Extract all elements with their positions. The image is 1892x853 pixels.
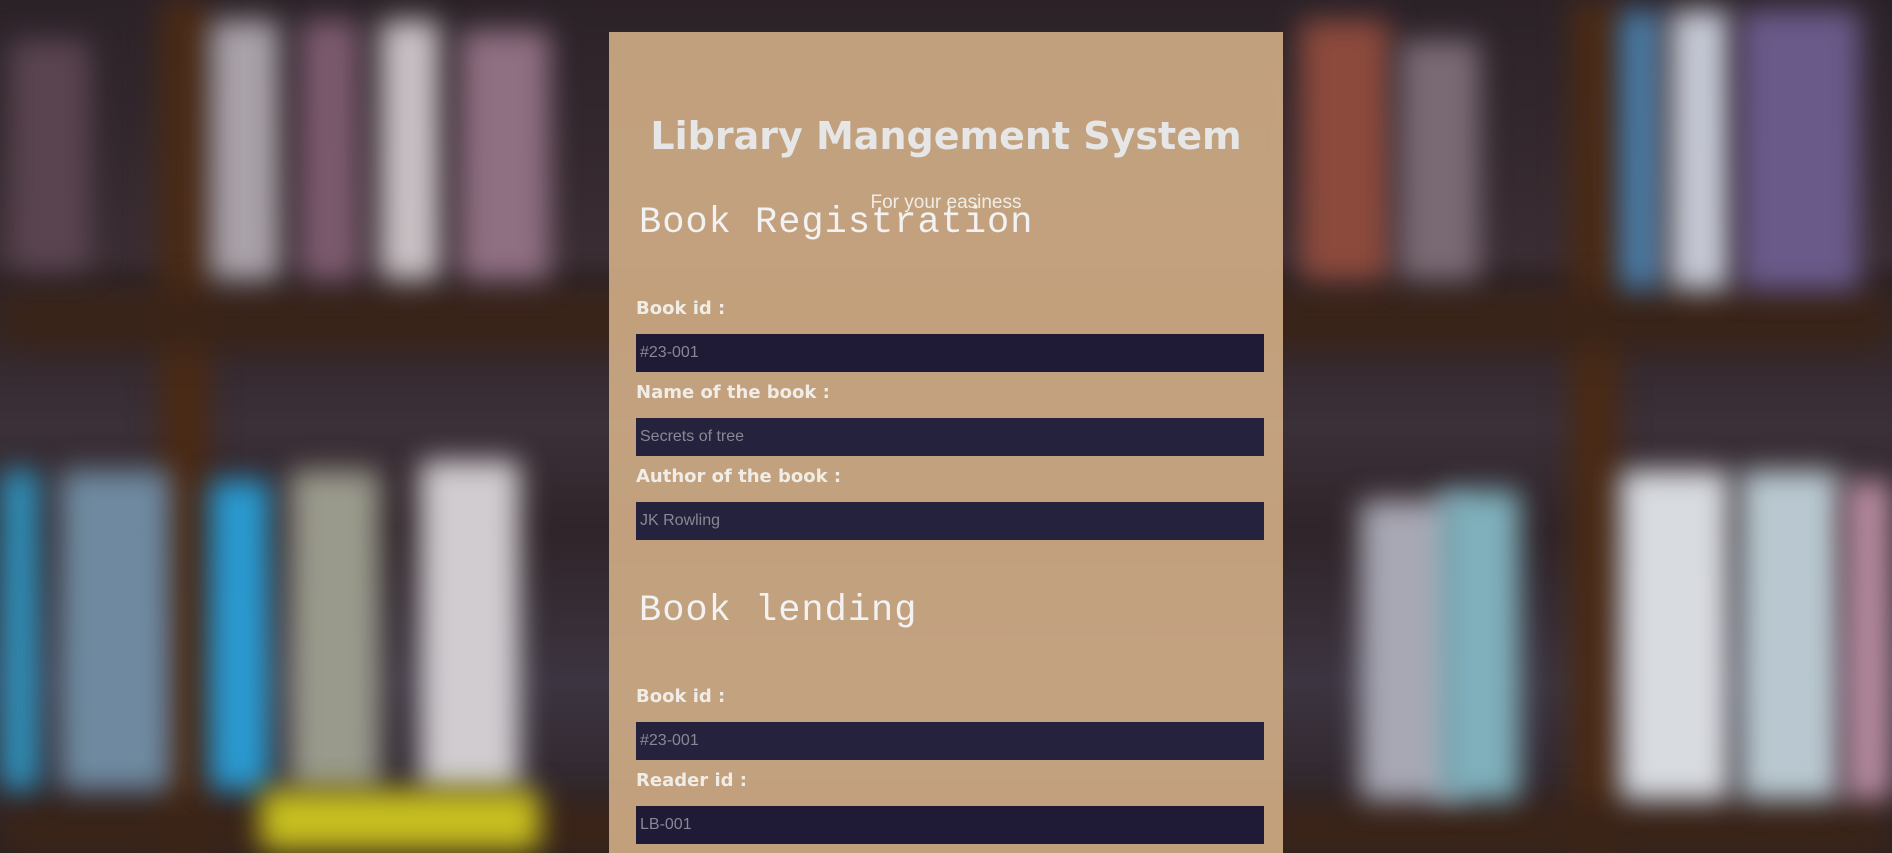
book-spine	[1740, 470, 1840, 800]
book-spine	[1670, 10, 1730, 290]
book-spine	[1400, 40, 1480, 280]
book-registration-heading: Book Registration	[639, 202, 1034, 244]
book-spine	[0, 470, 40, 790]
book-spine	[1300, 20, 1390, 280]
book-spine	[460, 30, 550, 280]
book-spine	[1440, 490, 1520, 800]
book-id-input[interactable]	[636, 334, 1264, 372]
book-id-label: Book id :	[636, 298, 726, 319]
book-lending-heading: Book lending	[639, 590, 918, 632]
book-spine	[1620, 10, 1660, 290]
main-panel: Library Mangement System For your easine…	[609, 32, 1283, 853]
book-spine	[1620, 470, 1730, 800]
lending-book-id-label: Book id :	[636, 686, 726, 707]
reader-id-input[interactable]	[636, 806, 1264, 844]
author-label: Author of the book :	[636, 466, 842, 487]
book-spine	[210, 20, 280, 280]
book-spine	[1845, 480, 1892, 800]
book-spine	[10, 40, 90, 270]
book-spine	[210, 480, 270, 790]
book-spine	[260, 790, 540, 850]
book-spine	[420, 460, 520, 790]
book-name-label: Name of the book :	[636, 382, 830, 403]
book-spine	[1740, 10, 1860, 290]
lending-book-id-input[interactable]	[636, 722, 1264, 760]
book-spine	[380, 20, 440, 280]
book-spine	[300, 20, 360, 280]
book-spine	[60, 470, 170, 790]
book-spine	[290, 470, 380, 790]
page-title: Library Mangement System	[650, 114, 1242, 158]
shelf-post	[1570, 0, 1620, 853]
author-input[interactable]	[636, 502, 1264, 540]
reader-id-label: Reader id :	[636, 770, 747, 791]
book-name-input[interactable]	[636, 418, 1264, 456]
